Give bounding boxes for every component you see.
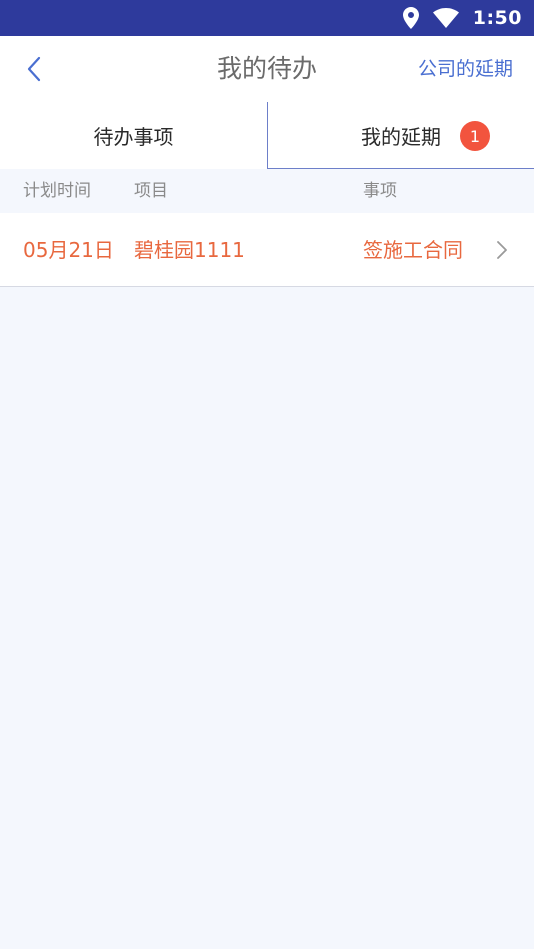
delay-list: 05月21日 碧桂园1111 签施工合同 bbox=[0, 213, 534, 287]
count-badge: 1 bbox=[460, 121, 490, 151]
nav-bar: 我的待办 公司的延期 bbox=[0, 36, 534, 102]
tab-label: 待办事项 bbox=[93, 125, 174, 149]
row-item: 签施工合同 bbox=[363, 238, 463, 262]
row-time: 05月21日 bbox=[23, 238, 114, 262]
table-header: 计划时间 项目 事项 bbox=[0, 169, 534, 213]
tab-label: 我的延期 bbox=[361, 124, 441, 149]
status-time: 1:50 bbox=[472, 7, 522, 29]
tab-todo[interactable]: 待办事项 bbox=[0, 102, 267, 169]
chevron-right-icon bbox=[497, 241, 507, 259]
chevron-left-icon bbox=[27, 56, 41, 82]
column-header-item: 事项 bbox=[363, 181, 397, 201]
tab-bar: 待办事项 我的延期 1 bbox=[0, 102, 534, 169]
back-button[interactable] bbox=[18, 53, 50, 85]
table-row[interactable]: 05月21日 碧桂园1111 签施工合同 bbox=[0, 213, 534, 287]
wifi-icon bbox=[432, 8, 459, 28]
status-bar: 1:50 bbox=[0, 0, 534, 36]
location-icon bbox=[402, 7, 419, 29]
tab-my-delay[interactable]: 我的延期 1 bbox=[267, 102, 534, 169]
column-header-project: 项目 bbox=[134, 181, 168, 201]
column-header-time: 计划时间 bbox=[23, 181, 91, 201]
row-project: 碧桂园1111 bbox=[134, 238, 245, 262]
company-delay-link[interactable]: 公司的延期 bbox=[418, 36, 513, 102]
